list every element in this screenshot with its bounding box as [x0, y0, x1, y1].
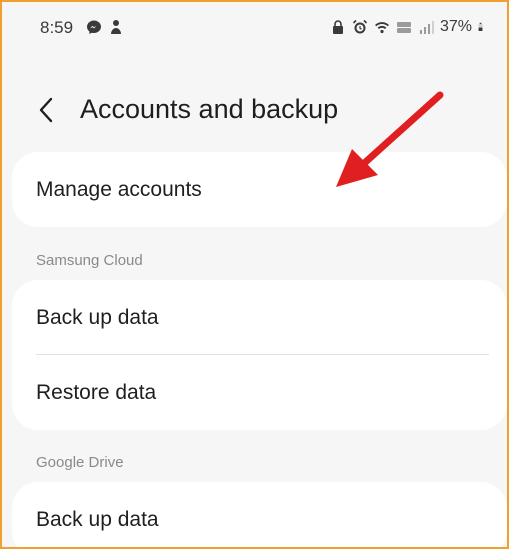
- wifi-icon: [374, 22, 389, 34]
- annotation-arrow-icon: [336, 91, 444, 187]
- volte-icon: [396, 22, 411, 33]
- samsung-backup-label: Back up data: [36, 305, 159, 329]
- status-left-icons: [86, 19, 124, 35]
- samsung-restore-item[interactable]: Restore data: [12, 355, 507, 430]
- google-backup-item[interactable]: Back up data: [12, 482, 507, 547]
- screenshot-frame: 8:59 37% Accounts and backup Manage acco…: [0, 0, 509, 549]
- status-bar: 8:59 37%: [2, 2, 507, 54]
- section-label-samsung-cloud: Samsung Cloud: [36, 252, 143, 269]
- google-backup-label: Back up data: [36, 507, 159, 531]
- battery-percentage: 37%: [439, 18, 472, 35]
- chevron-left-icon: [39, 97, 53, 123]
- samsung-backup-item[interactable]: Back up data: [12, 280, 507, 355]
- battery-icon: [478, 22, 483, 31]
- section-label-google-drive: Google Drive: [36, 454, 124, 471]
- messenger-icon: [87, 20, 101, 34]
- page-title: Accounts and backup: [80, 94, 339, 124]
- back-button[interactable]: [32, 94, 60, 126]
- status-time: 8:59: [40, 18, 74, 37]
- signal-icon: [419, 21, 434, 34]
- manage-accounts-label: Manage accounts: [36, 177, 202, 201]
- alarm-icon: [352, 19, 368, 34]
- status-right: 37%: [330, 18, 487, 36]
- lock-icon: [332, 20, 343, 34]
- notification-icon: [111, 20, 121, 34]
- google-drive-card: Back up data: [12, 482, 507, 547]
- samsung-cloud-card: Back up data Restore data: [12, 280, 507, 430]
- samsung-restore-label: Restore data: [36, 380, 157, 404]
